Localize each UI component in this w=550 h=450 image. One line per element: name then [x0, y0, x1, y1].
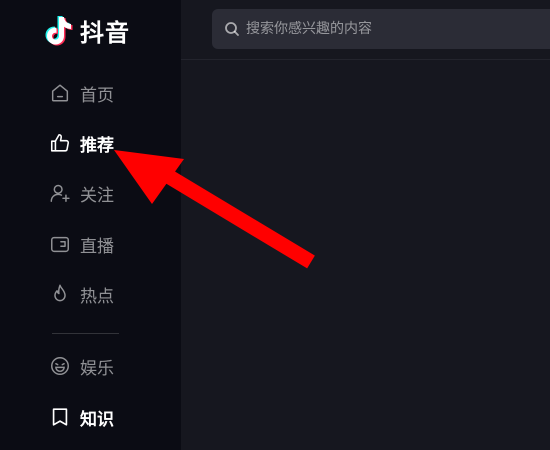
douyin-web-app: 抖音 首页 推荐 关注 直播 热点 娱乐 知识 搜索你感兴趣的内容: [0, 0, 550, 450]
sidebar: 抖音 首页 推荐 关注 直播 热点 娱乐 知识: [0, 0, 181, 450]
search-input[interactable]: [246, 9, 550, 49]
sidebar-item-label: 推荐: [80, 135, 114, 156]
brand-name: 抖音: [80, 18, 130, 47]
sidebar-item-label: 首页: [80, 85, 114, 106]
brand-logo[interactable]: 抖音: [40, 10, 130, 50]
sidebar-item-home[interactable]: 首页: [48, 77, 168, 109]
sidebar-item-entertainment[interactable]: 娱乐: [48, 350, 168, 382]
thumbs-up-icon: [48, 131, 72, 155]
sidebar-item-label: 娱乐: [80, 358, 114, 379]
sidebar-item-label: 直播: [80, 236, 114, 257]
search-icon: [225, 22, 239, 36]
smile-icon: [48, 354, 72, 378]
flame-icon: [48, 282, 72, 306]
main-content: [181, 61, 550, 450]
book-icon: [48, 405, 72, 429]
sidebar-item-label: 热点: [80, 286, 114, 307]
sidebar-item-knowledge[interactable]: 知识: [48, 401, 168, 433]
sidebar-item-recommend[interactable]: 推荐: [48, 127, 168, 159]
sidebar-divider: [52, 333, 119, 334]
sidebar-item-live[interactable]: 直播: [48, 228, 168, 260]
sidebar-item-label: 知识: [80, 409, 114, 430]
live-tv-icon: [48, 232, 72, 256]
sidebar-item-following[interactable]: 关注: [48, 177, 168, 209]
home-icon: [48, 81, 72, 105]
search-box[interactable]: [212, 9, 550, 49]
sidebar-item-label: 关注: [80, 185, 114, 206]
user-plus-icon: [48, 181, 72, 205]
douyin-logo-icon: [45, 16, 73, 46]
top-bar: [181, 0, 550, 60]
sidebar-item-trending[interactable]: 热点: [48, 278, 168, 310]
